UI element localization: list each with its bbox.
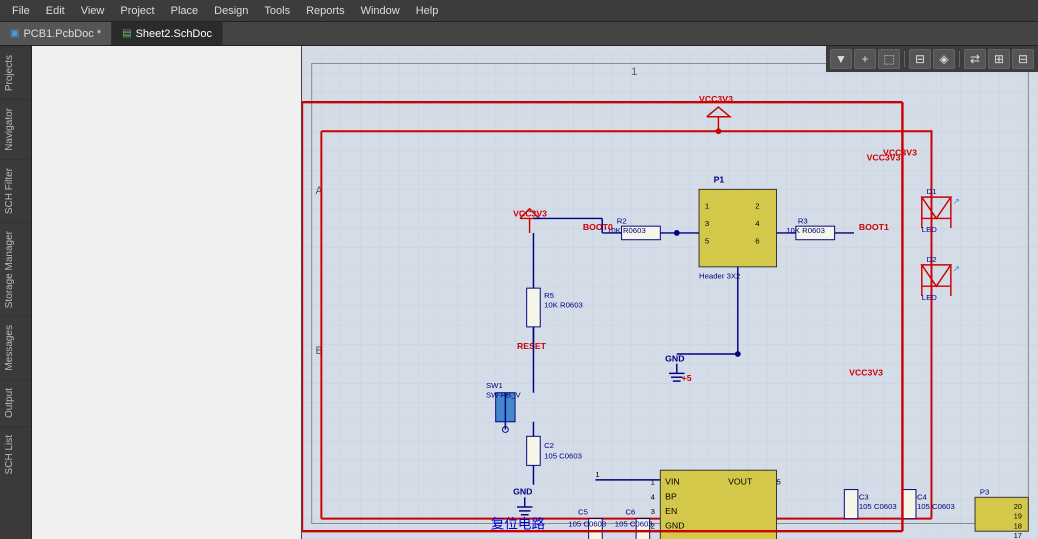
svg-text:SW1: SW1 (486, 381, 503, 390)
sidebar-item-output[interactable]: Output (0, 379, 31, 426)
pcb-icon: ▣ (10, 28, 19, 39)
svg-text:VCC3V3: VCC3V3 (849, 367, 883, 377)
svg-text:GND: GND (665, 520, 684, 530)
svg-text:C4: C4 (917, 492, 928, 501)
svg-text:D2: D2 (927, 255, 937, 264)
svg-text:VIN: VIN (665, 477, 680, 487)
svg-text:105 C0603: 105 C0603 (859, 502, 897, 511)
tab-sch[interactable]: ▤ Sheet2.SchDoc (112, 22, 223, 45)
panel-content (32, 46, 301, 539)
svg-text:17: 17 (1014, 531, 1022, 539)
sidebar-item-messages[interactable]: Messages (0, 316, 31, 379)
svg-text:VOUT: VOUT (728, 477, 753, 487)
svg-text:C2: C2 (544, 441, 554, 450)
add-btn[interactable]: + (854, 49, 876, 69)
sidebar-item-sch-filter[interactable]: SCH Filter (0, 159, 31, 222)
svg-text:105 C0603: 105 C0603 (615, 519, 653, 528)
panel-area (32, 46, 302, 539)
svg-text:LED: LED (922, 225, 937, 234)
menu-help[interactable]: Help (408, 3, 447, 19)
svg-text:RESET: RESET (517, 341, 547, 351)
svg-text:C3: C3 (859, 492, 869, 501)
svg-text:BOOT1: BOOT1 (859, 222, 889, 232)
svg-text:+5: +5 (682, 373, 692, 383)
svg-text:19: 19 (1014, 512, 1022, 521)
flip-h-btn[interactable]: ⇄ (964, 49, 986, 69)
svg-text:C5: C5 (578, 508, 588, 517)
svg-text:D1: D1 (927, 187, 937, 196)
menu-bar: File Edit View Project Place Design Tool… (0, 0, 1038, 22)
svg-text:↗: ↗ (953, 196, 960, 206)
svg-text:SW-PB_V: SW-PB_V (486, 391, 522, 400)
tab-bar: ▣ PCB1.PcbDoc * ▤ Sheet2.SchDoc (0, 22, 1038, 46)
svg-text:BP: BP (665, 491, 677, 501)
menu-tools[interactable]: Tools (256, 3, 298, 19)
deselect-btn[interactable]: ⊟ (909, 49, 931, 69)
fit-btn[interactable]: ⊞ (988, 49, 1010, 69)
canvas-area[interactable]: ▼ + ⬚ ⊟ ◈ ⇄ ⊞ ⊟ (302, 46, 1038, 539)
menu-place[interactable]: Place (163, 3, 207, 19)
rect-select-btn[interactable]: ⬚ (878, 49, 900, 69)
svg-text:3: 3 (651, 507, 655, 516)
svg-text:105 C0603: 105 C0603 (568, 519, 606, 528)
svg-text:2: 2 (755, 202, 759, 211)
menu-edit[interactable]: Edit (38, 3, 73, 19)
menu-view[interactable]: View (73, 3, 113, 19)
main-area: Projects Navigator SCH Filter Storage Ma… (0, 46, 1038, 539)
svg-text:复位电路: 复位电路 (491, 515, 546, 531)
svg-text:105 C0603: 105 C0603 (917, 502, 955, 511)
svg-text:GND: GND (665, 354, 684, 364)
menu-window[interactable]: Window (353, 3, 408, 19)
svg-text:3: 3 (705, 219, 709, 228)
sch-icon: ▤ (122, 28, 131, 39)
svg-text:18: 18 (1014, 521, 1022, 530)
svg-text:5: 5 (705, 237, 709, 246)
sidebar-left: Projects Navigator SCH Filter Storage Ma… (0, 46, 32, 539)
sidebar-item-navigator[interactable]: Navigator (0, 99, 31, 159)
filter-btn[interactable]: ▼ (830, 49, 852, 69)
svg-text:Header 3X2: Header 3X2 (699, 271, 740, 280)
menu-project[interactable]: Project (112, 3, 162, 19)
toolbar-sep-1 (904, 51, 905, 67)
svg-text:EN: EN (665, 506, 677, 516)
svg-text:A: A (316, 185, 324, 197)
menu-design[interactable]: Design (206, 3, 256, 19)
sidebar-item-storage[interactable]: Storage Manager (0, 222, 31, 316)
svg-text:R5: R5 (544, 291, 554, 300)
svg-text:GND: GND (513, 486, 532, 496)
schematic-canvas[interactable]: 1 A B VCC3V3 P1 (302, 46, 1038, 539)
svg-text:1: 1 (651, 478, 655, 487)
svg-text:1: 1 (595, 470, 599, 479)
menu-reports[interactable]: Reports (298, 3, 353, 19)
svg-text:105 C0603: 105 C0603 (544, 452, 582, 461)
svg-text:1: 1 (705, 202, 709, 211)
sidebar-item-sch-list[interactable]: SCH List (0, 426, 31, 482)
svg-text:↗: ↗ (953, 264, 960, 274)
sidebar-item-projects[interactable]: Projects (0, 46, 31, 99)
svg-text:VCC3V3: VCC3V3 (883, 147, 917, 157)
canvas-toolbar: ▼ + ⬚ ⊟ ◈ ⇄ ⊞ ⊟ (826, 46, 1038, 72)
tab-pcb[interactable]: ▣ PCB1.PcbDoc * (0, 22, 112, 45)
svg-text:1: 1 (631, 66, 637, 78)
svg-text:6: 6 (755, 237, 759, 246)
tab-sch-label: Sheet2.SchDoc (136, 28, 212, 40)
highlight-btn[interactable]: ◈ (933, 49, 955, 69)
svg-text:R2: R2 (617, 216, 627, 225)
svg-text:10K R0603: 10K R0603 (544, 301, 583, 310)
svg-text:4: 4 (755, 219, 760, 228)
svg-text:R3: R3 (798, 216, 808, 225)
toolbar-sep-2 (959, 51, 960, 67)
svg-text:4: 4 (651, 492, 656, 501)
tab-pcb-label: PCB1.PcbDoc * (23, 28, 101, 40)
svg-text:BOOT0: BOOT0 (583, 222, 613, 232)
zoom-out-btn[interactable]: ⊟ (1012, 49, 1034, 69)
svg-text:5: 5 (777, 478, 781, 487)
svg-text:P1: P1 (714, 175, 725, 185)
menu-file[interactable]: File (4, 3, 38, 19)
svg-text:20: 20 (1014, 502, 1022, 511)
svg-text:C6: C6 (625, 508, 635, 517)
svg-text:P3: P3 (980, 487, 989, 496)
svg-text:LED: LED (922, 293, 937, 302)
